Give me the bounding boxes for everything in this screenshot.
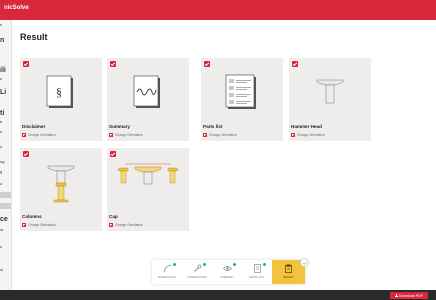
wizard-stepper: DIMENSIONS CONNECTIONS SUMMARY PARTS LIS…	[152, 260, 305, 284]
orientation-icon	[291, 133, 295, 137]
change-orientation-label: Change Orientation	[297, 133, 325, 137]
card-title: Summary	[109, 124, 130, 129]
step-dimensions[interactable]: DIMENSIONS	[152, 260, 182, 284]
orientation-icon	[203, 133, 207, 137]
brand-name: nicSolve	[4, 5, 29, 11]
change-orientation-button[interactable]: Change Orientation	[203, 132, 237, 138]
completed-dot	[173, 263, 176, 266]
orientation-icon	[109, 133, 113, 137]
card-title: Parts list	[203, 124, 223, 129]
footer-bar	[0, 290, 436, 300]
signature-document-icon	[133, 75, 160, 108]
result-card-disclaimer[interactable]: § Disclaimer Change Orientation	[20, 58, 102, 141]
completed-dot	[263, 263, 266, 266]
sidebar-text: o	[0, 244, 3, 249]
list-icon	[254, 264, 261, 273]
sidebar-text: g	[0, 169, 3, 174]
page-title: Result	[20, 32, 48, 42]
download-pdf-label: Download PDF	[398, 293, 424, 298]
sidebar-text: n	[0, 22, 3, 27]
change-orientation-label: Change Orientation	[115, 223, 143, 227]
sidebar-text: s	[0, 129, 2, 134]
step-label: SUMMARY	[220, 276, 234, 279]
change-orientation-button[interactable]: Change Orientation	[22, 132, 56, 138]
cap-drawing	[117, 163, 179, 185]
change-orientation-button[interactable]: Change Orientation	[22, 222, 56, 228]
check-circle-icon[interactable]	[300, 258, 309, 267]
result-card-summary[interactable]: Summary Change Orientation	[107, 58, 189, 141]
checkbox[interactable]	[23, 151, 29, 157]
eye-icon	[223, 266, 232, 271]
change-orientation-button[interactable]: Change Orientation	[109, 132, 143, 138]
card-title: Columns	[22, 214, 42, 219]
step-label: PARTS LIST	[249, 276, 265, 279]
parts-list-document-icon	[225, 74, 256, 109]
hammer-head-drawing	[316, 79, 344, 104]
sidebar-text: ng	[0, 159, 5, 164]
change-orientation-label: Change Orientation	[209, 133, 237, 137]
result-card-parts-list[interactable]: Parts list Change Orientation	[201, 58, 283, 141]
change-orientation-button[interactable]: Change Orientation	[109, 222, 143, 228]
sidebar-text: ili	[0, 67, 6, 74]
sidebar-text: n	[0, 37, 5, 44]
sidebar-text: Li	[0, 89, 7, 96]
change-orientation-label: Change Orientation	[115, 133, 143, 137]
checkbox[interactable]	[204, 61, 210, 67]
result-card-cap[interactable]: Cap Change Orientation	[107, 148, 189, 231]
orientation-icon	[22, 133, 26, 137]
checkbox[interactable]	[110, 61, 116, 67]
step-label: CONNECTIONS	[186, 276, 208, 279]
step-parts-list[interactable]: PARTS LIST	[242, 260, 272, 284]
sidebar-text: u	[0, 181, 3, 186]
checkbox[interactable]	[23, 61, 29, 67]
completed-dot	[233, 263, 236, 266]
document-icon	[285, 264, 292, 273]
step-label: RESULT	[283, 276, 294, 279]
change-orientation-label: Change Orientation	[28, 133, 56, 137]
orientation-icon	[109, 223, 113, 227]
arc-icon	[163, 264, 172, 273]
download-icon	[394, 294, 398, 297]
completed-dot	[203, 263, 206, 266]
step-summary[interactable]: SUMMARY	[212, 260, 242, 284]
section-document-icon: §	[46, 75, 73, 108]
change-orientation-button[interactable]: Change Orientation	[291, 132, 325, 138]
top-bar: nicSolve	[0, 0, 436, 20]
columns-drawing	[47, 165, 75, 203]
download-pdf-button[interactable]: Download PDF	[390, 292, 428, 299]
result-card-hammer-head[interactable]: Hammer Head Change Orientation	[289, 58, 371, 141]
sidebar-text: n	[0, 76, 3, 81]
sidebar-input[interactable]	[0, 192, 11, 198]
checkbox[interactable]	[110, 151, 116, 157]
sidebar-text: k	[0, 119, 2, 124]
sidebar-text: ce	[0, 216, 8, 223]
svg-text:§: §	[56, 85, 62, 99]
orientation-icon	[22, 223, 26, 227]
card-title: Disclaimer	[22, 124, 46, 129]
step-label: DIMENSIONS	[158, 276, 176, 279]
checkbox[interactable]	[292, 61, 298, 67]
sidebar-text: o	[0, 144, 3, 149]
sidebar-text: ut	[0, 227, 4, 232]
sidebar-text: ti	[0, 110, 5, 117]
wrench-icon	[194, 264, 202, 272]
sidebar: n n ili n Li ti k s o ng g u ce ut o oi	[0, 20, 12, 290]
step-connections[interactable]: CONNECTIONS	[182, 260, 212, 284]
sidebar-text: oi	[0, 267, 4, 272]
sidebar-input[interactable]	[0, 203, 11, 209]
card-title: Hammer Head	[291, 124, 322, 129]
card-title: Cap	[109, 214, 118, 219]
result-card-columns[interactable]: Columns Change Orientation	[20, 148, 102, 231]
change-orientation-label: Change Orientation	[28, 223, 56, 227]
